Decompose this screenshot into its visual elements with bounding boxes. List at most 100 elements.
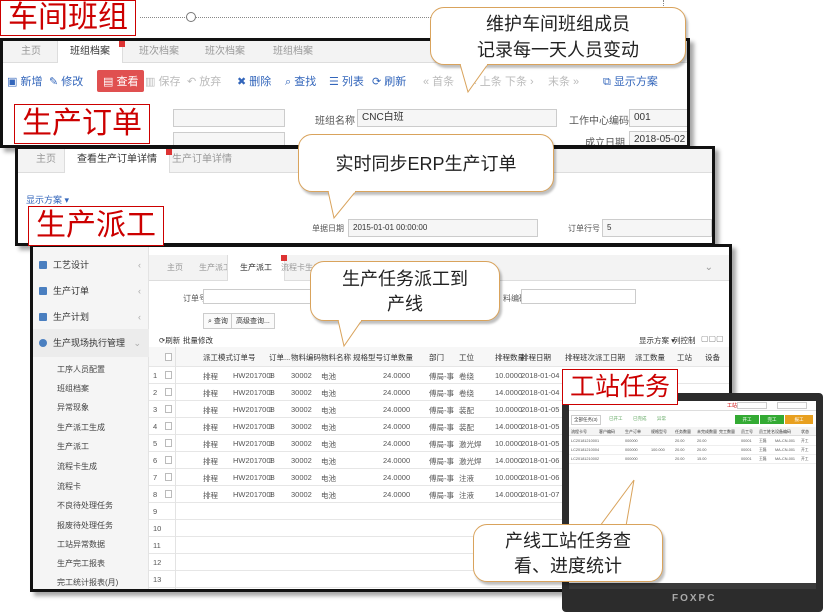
table-cell: 排程 xyxy=(203,440,218,449)
order-line-label: 订单行号 xyxy=(568,224,600,233)
column-header[interactable]: 物料名称 xyxy=(321,352,351,363)
tablet-task-row[interactable]: LC20181210004 000000 100.000 20.00 20.00 0000… xyxy=(569,446,816,455)
row-checkbox[interactable] xyxy=(165,490,172,498)
row-checkbox[interactable] xyxy=(165,388,172,396)
order-no-input[interactable] xyxy=(203,289,313,304)
tab-view-order-detail[interactable]: 查看生产订单详情 xyxy=(64,149,172,173)
column-header[interactable]: 排程日期 xyxy=(521,352,551,363)
row-checkbox[interactable] xyxy=(165,456,172,464)
column-header[interactable]: 排程班次 xyxy=(565,352,595,363)
column-header[interactable]: 部门 xyxy=(429,352,444,363)
tablet-task-row[interactable]: LC20181210002 000000 20.00 15.00 00001 王磊 MA-C… xyxy=(569,455,816,464)
team-left-field[interactable] xyxy=(173,109,285,127)
column-settings-button[interactable]: 列控制 xyxy=(673,335,696,346)
list-button[interactable]: ☰ 列表 xyxy=(329,73,364,89)
row-checkbox[interactable] xyxy=(165,422,172,430)
column-header[interactable]: 派工数量 xyxy=(635,352,665,363)
sidebar-item-production-plan[interactable]: 生产计划 ‹ xyxy=(33,303,149,331)
table-cell: 电池 xyxy=(321,372,336,381)
team-name-field[interactable]: CNC白班 xyxy=(357,109,557,127)
table-cell: 2018-01-06 xyxy=(521,473,560,482)
save-button[interactable]: ▥ 保存 xyxy=(145,73,180,89)
row-checkbox[interactable] xyxy=(165,473,172,481)
table-cell: 电池 xyxy=(321,389,336,398)
tablet-tab-finished[interactable]: 已完成 xyxy=(633,416,647,422)
query-button[interactable]: ⌕ 查询 xyxy=(203,313,233,329)
row-checkbox[interactable] xyxy=(165,371,172,379)
tablet-tab-all[interactable]: 全部任务(3) xyxy=(571,415,601,425)
tablet-task-row[interactable]: LC20181210001 000000 20.00 20.00 00001 王磊 MA-C… xyxy=(569,437,816,446)
row-checkbox[interactable] xyxy=(165,439,172,447)
table-cell: 注液 xyxy=(459,491,474,500)
callout-line: 看、进度统计 xyxy=(514,556,622,576)
find-button[interactable]: ⌕ 查找 xyxy=(285,73,316,89)
row-number: 7 xyxy=(153,473,158,482)
tab-home[interactable]: 主页 xyxy=(9,41,53,63)
grid-refresh-label: 刷新 xyxy=(165,336,181,345)
order-date-label: 单据日期 xyxy=(312,224,344,233)
tablet-report-button[interactable]: 报工 xyxy=(785,415,813,424)
close-icon[interactable] xyxy=(119,41,125,47)
grid-pager-icons[interactable]: ▢▢▢ xyxy=(701,334,724,343)
edit-button[interactable]: ✎ 修改 xyxy=(49,73,83,89)
discard-label: 放弃 xyxy=(199,76,222,88)
tablet-bottom-bar xyxy=(569,583,816,589)
order-display-scheme[interactable]: 显示方案 ▾ xyxy=(26,193,69,206)
tablet-device-select[interactable] xyxy=(777,402,807,409)
column-header[interactable]: 派工模式 xyxy=(203,352,233,363)
row-number: 12 xyxy=(153,558,162,567)
header-checkbox[interactable] xyxy=(165,353,172,361)
last-button[interactable]: 末条 » xyxy=(548,73,579,89)
column-header[interactable]: 规格型号 xyxy=(353,352,383,363)
table-cell: 装配 xyxy=(459,423,474,432)
table-cell: 10.0000 xyxy=(495,473,523,482)
tablet-tab-abnormal[interactable]: 异常 xyxy=(657,416,666,422)
column-header[interactable]: 设备 xyxy=(705,352,720,363)
column-header[interactable]: 工站 xyxy=(677,352,692,363)
table-cell: 24.0000 xyxy=(383,371,411,380)
tablet-column-header: 规格型号 xyxy=(651,429,667,434)
table-cell: 2018-01-06 xyxy=(521,456,560,465)
grid-refresh-button[interactable]: ⟳刷新 xyxy=(159,335,180,346)
column-header[interactable]: 工位 xyxy=(459,352,474,363)
work-center-field[interactable]: 001 xyxy=(629,109,687,127)
sidebar-item-production-order[interactable]: 生产订单 ‹ xyxy=(33,277,149,305)
work-center-label: 工作中心编码 xyxy=(569,116,629,127)
tab-shift-archive-2[interactable]: 班次档案 xyxy=(193,41,257,63)
row-checkbox[interactable] xyxy=(165,405,172,413)
tab-home[interactable]: 主页 xyxy=(24,149,68,171)
chevron-down-icon[interactable]: ⌄ xyxy=(693,255,725,281)
sidebar-item-process-design[interactable]: 工艺设计 ‹ xyxy=(33,251,149,279)
refresh-button[interactable]: ⟳ 刷新 xyxy=(372,73,406,89)
column-header[interactable]: 订单... xyxy=(269,352,290,363)
callout-tail xyxy=(599,479,635,527)
view-button[interactable]: ▤ 查看 xyxy=(97,70,145,92)
tablet-tab-started[interactable]: 已开工 xyxy=(609,416,623,422)
grid-display-scheme[interactable]: 显示方案 ▾ xyxy=(639,335,675,346)
first-button[interactable]: « 首条 xyxy=(423,73,454,89)
tab-order-detail[interactable]: 生产订单详情 xyxy=(160,149,244,171)
batch-edit-button[interactable]: 批量修改 xyxy=(183,335,213,346)
table-cell: 24.0000 xyxy=(383,388,411,397)
tab-label: 查看生产订单详情 xyxy=(77,154,157,165)
column-header[interactable]: 物料编码 xyxy=(291,352,321,363)
order-date-field[interactable]: 2015-01-01 00:00:00 xyxy=(348,219,538,237)
table-cell: 24.0000 xyxy=(383,456,411,465)
tablet-finish-button[interactable]: 完工 xyxy=(760,415,784,424)
tablet-station-select[interactable] xyxy=(737,402,767,409)
discard-button[interactable]: ↶ 放弃 xyxy=(187,73,221,89)
delete-button[interactable]: ✖ 删除 xyxy=(237,73,271,89)
display-scheme-button[interactable]: ⧉ 显示方案 xyxy=(603,73,658,89)
material-code-input[interactable] xyxy=(521,289,636,304)
order-line-field[interactable]: 5 xyxy=(602,219,712,237)
next-button[interactable]: 下条 › xyxy=(505,73,534,89)
column-header[interactable]: 订单数量 xyxy=(383,352,413,363)
tab-team-archive-2[interactable]: 班组档案 xyxy=(261,41,325,63)
new-button[interactable]: ▣ 新增 xyxy=(7,73,42,89)
advanced-query-button[interactable]: 高级查询... xyxy=(231,313,275,329)
tab-shift-archive[interactable]: 班次档案 xyxy=(127,41,191,63)
tab-team-archive[interactable]: 班组档案 xyxy=(57,41,125,63)
column-header[interactable]: 订单号 xyxy=(233,352,256,363)
tablet-start-button[interactable]: 开工 xyxy=(735,415,759,424)
column-header[interactable]: 派工日期 xyxy=(595,352,625,363)
